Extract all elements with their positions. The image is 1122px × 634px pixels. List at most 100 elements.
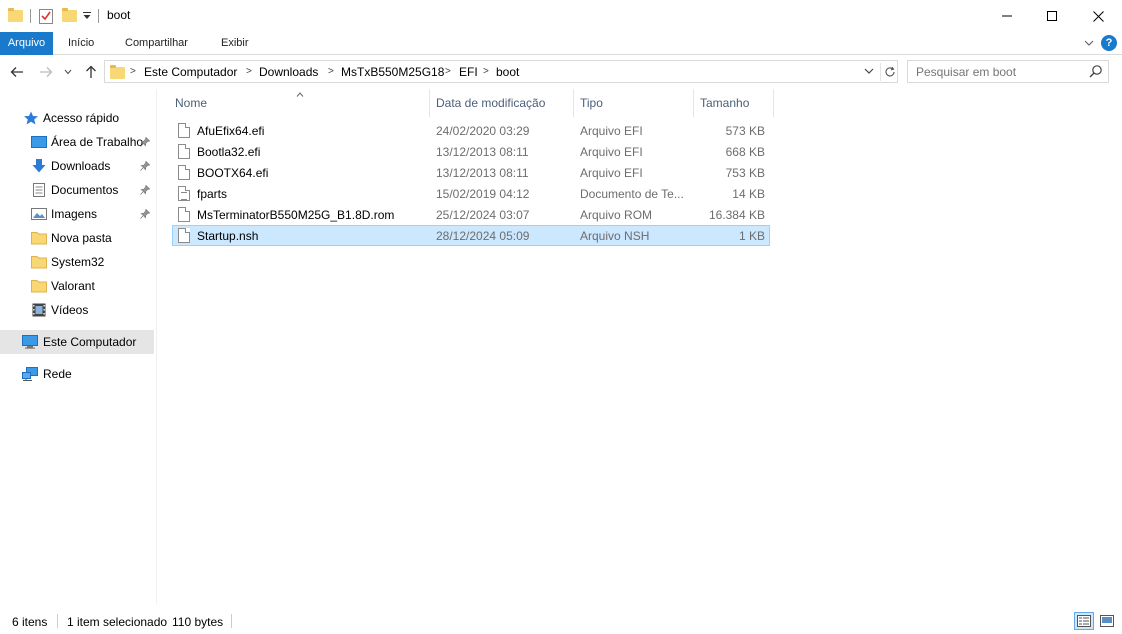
chevron-down-icon [64, 69, 72, 75]
file-size: 14 KB [732, 187, 765, 201]
breadcrumb-mstxb550m25g18[interactable]: MsTxB550M25G18 [341, 65, 444, 79]
window-title: boot [107, 8, 131, 22]
up-button[interactable] [82, 63, 100, 81]
breadcrumb-downloads[interactable]: Downloads [259, 65, 318, 79]
sidebar-item-downloads[interactable]: Downloads [0, 154, 154, 178]
pin-icon[interactable] [140, 185, 150, 195]
pin-icon[interactable] [140, 209, 150, 219]
sidebar-item-documentos[interactable]: Documentos [0, 178, 154, 202]
chevron-right-icon: > [328, 66, 334, 77]
folder-icon [31, 232, 47, 245]
sidebar-item-label: Valorant [51, 279, 95, 293]
file-icon [178, 123, 190, 138]
column-header-label: Data de modificação [436, 96, 546, 110]
file-type: Arquivo NSH [580, 229, 650, 243]
pin-icon[interactable] [140, 161, 150, 171]
chevron-right-icon: > [246, 66, 252, 77]
file-row[interactable]: AfuEfix64.efi 24/02/2020 03:29 Arquivo E… [172, 120, 770, 141]
back-button[interactable] [8, 63, 26, 81]
tab-inicio[interactable]: Início [68, 32, 94, 55]
file-icon [178, 207, 190, 222]
file-icon [178, 144, 190, 159]
file-list: Nome Data de modificação Tipo Tamanho Af… [157, 89, 1122, 604]
sidebar-item-label: Rede [43, 367, 72, 381]
search-box[interactable] [907, 60, 1109, 83]
file-date: 24/02/2020 03:29 [436, 124, 530, 138]
refresh-button[interactable] [880, 63, 898, 81]
sidebar-item-videos[interactable]: Vídeos [0, 298, 154, 322]
address-bar[interactable]: > Este Computador > Downloads > MsTxB550… [104, 60, 898, 83]
help-icon[interactable]: ? [1101, 35, 1117, 51]
sidebar-item-label: Área de Trabalho [51, 135, 144, 149]
sidebar-item-system32[interactable]: System32 [0, 250, 154, 274]
properties-icon[interactable] [39, 7, 53, 25]
forward-arrow-icon [40, 67, 53, 77]
chevron-right-icon: > [445, 66, 451, 77]
sidebar-item-label: Downloads [51, 159, 111, 173]
file-name: Bootla32.efi [197, 145, 261, 159]
sidebar-item-rede[interactable]: Rede [0, 362, 154, 386]
customize-quick-access-icon[interactable] [82, 7, 92, 25]
network-icon [22, 367, 38, 381]
details-view-button[interactable] [1074, 612, 1094, 630]
file-name: MsTerminatorB550M25G_B1.8D.rom [197, 208, 395, 222]
sidebar-item-nova-pasta[interactable]: Nova pasta [0, 226, 154, 250]
file-type: Documento de Te... [580, 187, 684, 201]
large-icons-view-icon [1100, 615, 1114, 627]
pin-icon[interactable] [140, 137, 150, 147]
sidebar-item-acesso-rapido[interactable]: Acesso rápido [0, 106, 154, 130]
minimize-button[interactable] [984, 0, 1030, 32]
maximize-button[interactable] [1029, 0, 1075, 32]
column-header-name[interactable]: Nome [168, 89, 430, 117]
search-input[interactable] [908, 61, 1084, 82]
breadcrumb-boot[interactable]: boot [496, 65, 519, 79]
column-header-date[interactable]: Data de modificação [430, 89, 574, 117]
tab-arquivo[interactable]: Arquivo [0, 32, 53, 55]
file-size: 1 KB [738, 229, 765, 243]
file-date: 13/12/2013 08:11 [436, 145, 529, 159]
expand-ribbon-chevron-icon[interactable] [1083, 37, 1095, 49]
file-row[interactable]: Bootla32.efi 13/12/2013 08:11 Arquivo EF… [172, 141, 770, 162]
forward-button[interactable] [37, 63, 55, 81]
file-row[interactable]: MsTerminatorB550M25G_B1.8D.rom 25/12/202… [172, 204, 770, 225]
column-header-label: Tipo [580, 96, 603, 110]
large-icons-view-button[interactable] [1097, 612, 1117, 630]
file-row-selected[interactable]: Startup.nsh 28/12/2024 05:09 Arquivo NSH… [172, 225, 770, 246]
new-folder-icon[interactable] [62, 7, 77, 25]
sidebar-item-label: Imagens [51, 207, 98, 221]
file-name: BOOTX64.efi [197, 166, 269, 180]
sidebar-item-area-de-trabalho[interactable]: Área de Trabalho [0, 130, 154, 154]
divider [30, 9, 31, 23]
file-row[interactable]: fparts 15/02/2019 04:12 Documento de Te.… [172, 183, 770, 204]
close-button[interactable] [1075, 0, 1121, 32]
window-folder-icon [8, 7, 23, 25]
sidebar-item-label: Acesso rápido [43, 111, 120, 125]
file-row[interactable]: BOOTX64.efi 13/12/2013 08:11 Arquivo EFI… [172, 162, 770, 183]
breadcrumb-este-computador[interactable]: Este Computador [144, 65, 237, 79]
tab-compartilhar[interactable]: Compartilhar [125, 32, 188, 55]
folder-icon [110, 65, 125, 79]
navigation-pane: Acesso rápido Área de Trabalho Downloads… [0, 89, 157, 604]
chevron-right-icon: > [483, 66, 489, 77]
search-icon[interactable] [1089, 64, 1104, 79]
document-icon [33, 183, 45, 197]
file-type: Arquivo EFI [580, 124, 643, 138]
sidebar-item-valorant[interactable]: Valorant [0, 274, 154, 298]
file-date: 15/02/2019 04:12 [436, 187, 530, 201]
item-count: 6 itens [12, 615, 48, 629]
recent-locations-button[interactable] [61, 63, 75, 81]
column-header-label: Nome [175, 96, 208, 110]
tab-exibir[interactable]: Exibir [221, 32, 249, 55]
sidebar-item-label: Nova pasta [51, 231, 112, 245]
sidebar-item-este-computador[interactable]: Este Computador [0, 330, 154, 354]
sidebar-item-imagens[interactable]: Imagens [0, 202, 154, 226]
ribbon-tabs: Arquivo Início Compartilhar Exibir ? [0, 32, 1122, 55]
column-header-size[interactable]: Tamanho [694, 89, 774, 117]
status-bar: 6 itens 1 item selecionado 110 bytes [0, 604, 1122, 634]
text-file-icon [178, 186, 190, 201]
navigation-bar: > Este Computador > Downloads > MsTxB550… [0, 55, 1122, 89]
address-history-chevron-icon[interactable] [863, 65, 877, 79]
column-header-type[interactable]: Tipo [574, 89, 694, 117]
computer-icon [22, 335, 38, 349]
breadcrumb-efi[interactable]: EFI [459, 65, 478, 79]
